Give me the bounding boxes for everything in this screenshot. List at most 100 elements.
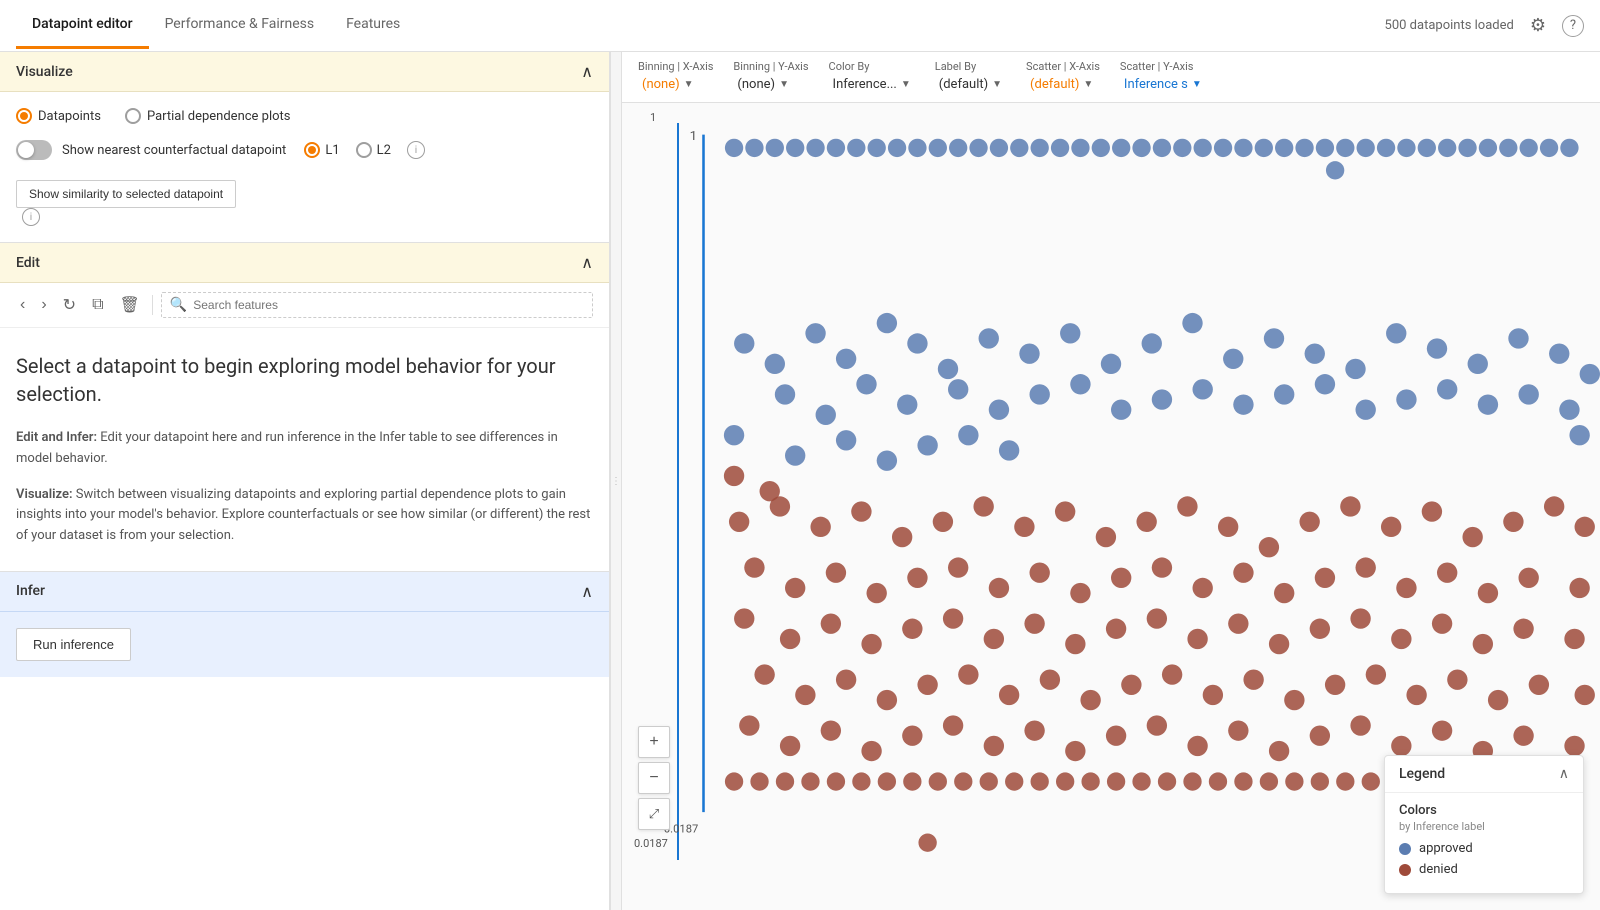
left-panel: Visualize ∧ Datapoints Partial dependenc… (0, 52, 610, 910)
search-features-wrap: 🔍 (161, 292, 593, 318)
binning-x-select[interactable]: (none) ▼ (638, 75, 713, 94)
legend-label-denied: denied (1419, 862, 1458, 877)
counterfactual-toggle[interactable] (16, 140, 52, 160)
legend-dot-approved (1399, 843, 1411, 855)
color-by-select[interactable]: Inference... ▼ (829, 75, 915, 94)
scatter-y-select[interactable]: Inference s ▼ (1120, 75, 1206, 94)
color-by-value: Inference... (833, 77, 897, 92)
edit-collapse-icon[interactable]: ∧ (581, 253, 593, 272)
scatter-x-select[interactable]: (default) ▼ (1026, 75, 1100, 94)
visualize-text: Switch between visualizing datapoints an… (16, 487, 590, 544)
map-controls: + − ⤢ (638, 726, 670, 830)
main-layout: Visualize ∧ Datapoints Partial dependenc… (0, 52, 1600, 910)
visualize-bold: Visualize: (16, 487, 73, 502)
tab-features[interactable]: Features (330, 2, 416, 49)
legend-body: Colors by Inference label approved denie… (1385, 793, 1583, 893)
scatter-x-arrow: ▼ (1083, 79, 1093, 90)
label-by-arrow: ▼ (992, 79, 1002, 90)
settings-icon[interactable]: ⚙ (1530, 15, 1546, 36)
legend-panel: Legend ∧ Colors by Inference label appro… (1384, 755, 1584, 894)
delete-button[interactable]: 🗑 (116, 291, 144, 319)
similarity-info-icon[interactable]: i (22, 208, 40, 226)
tab-performance-fairness[interactable]: Performance & Fairness (149, 2, 331, 49)
back-button[interactable]: ‹ (16, 292, 29, 318)
legend-dot-denied (1399, 864, 1411, 876)
search-icon: 🔍 (170, 297, 187, 313)
scatter-y-label: Scatter | Y-Axis (1120, 60, 1206, 73)
label-by-select[interactable]: (default) ▼ (935, 75, 1006, 94)
radio-datapoints[interactable]: Datapoints (16, 108, 101, 124)
legend-header: Legend ∧ (1385, 756, 1583, 793)
infer-content: Run inference (0, 612, 609, 677)
radio-datapoints-label: Datapoints (38, 109, 101, 124)
binning-x-label: Binning | X-Axis (638, 60, 713, 73)
legend-title: Legend (1399, 766, 1445, 782)
zoom-out-button[interactable]: − (638, 762, 670, 794)
zoom-in-button[interactable]: + (638, 726, 670, 758)
empty-desc-1: Edit and Infer: Edit your datapoint here… (16, 428, 593, 470)
label-by-group: Label By (default) ▼ (935, 60, 1006, 94)
top-nav: Datapoint editor Performance & Fairness … (0, 0, 1600, 52)
visualize-collapse-icon[interactable]: ∧ (581, 62, 593, 81)
search-features-input[interactable] (193, 298, 584, 312)
visualize-section: Visualize ∧ Datapoints Partial dependenc… (0, 52, 609, 243)
infer-section: Infer ∧ Run inference (0, 572, 609, 677)
radio-partial-label: Partial dependence plots (147, 109, 291, 124)
legend-item-denied: denied (1399, 862, 1569, 877)
edit-section: Edit ∧ ‹ › ↻ ⧉ 🗑 🔍 Select a datapoint to… (0, 243, 609, 572)
fit-button[interactable]: ⤢ (638, 798, 670, 830)
edit-header: Edit ∧ (0, 243, 609, 283)
edit-title: Edit (16, 255, 40, 271)
binning-x-arrow: ▼ (684, 79, 694, 90)
drag-handle[interactable]: ⋮ (610, 52, 622, 910)
edit-infer-text: Edit your datapoint here and run inferen… (16, 430, 558, 466)
nav-right: 500 datapoints loaded ⚙ ? (1385, 15, 1584, 37)
color-by-group: Color By Inference... ▼ (829, 60, 915, 94)
legend-collapse-icon[interactable]: ∧ (1559, 766, 1569, 782)
svg-text:1: 1 (690, 129, 697, 144)
color-by-arrow: ▼ (901, 79, 911, 90)
toolbar-divider (152, 295, 153, 315)
duplicate-button[interactable]: ⧉ (88, 292, 107, 318)
edit-toolbar: ‹ › ↻ ⧉ 🗑 🔍 (0, 283, 609, 328)
l1-l2-group: L1 L2 i (304, 141, 425, 159)
color-by-label: Color By (829, 60, 915, 73)
binning-x-value: (none) (642, 77, 680, 92)
label-by-value: (default) (939, 77, 988, 92)
infer-title: Infer (16, 583, 45, 599)
run-inference-button[interactable]: Run inference (16, 628, 131, 661)
binning-y-arrow: ▼ (779, 79, 789, 90)
forward-button[interactable]: › (37, 292, 50, 318)
l1-label: L1 (325, 143, 339, 158)
similarity-row: Show similarity to selected datapoint i (16, 172, 593, 226)
controls-bar: Binning | X-Axis (none) ▼ Binning | Y-Ax… (622, 52, 1600, 103)
legend-colors-subtitle: by Inference label (1399, 820, 1569, 833)
scatter-x-group: Scatter | X-Axis (default) ▼ (1026, 60, 1100, 94)
right-panel: Binning | X-Axis (none) ▼ Binning | Y-Ax… (622, 52, 1600, 910)
counterfactual-label: Show nearest counterfactual datapoint (62, 143, 286, 158)
l2-label: L2 (377, 143, 391, 158)
scatter-x-label: Scatter | X-Axis (1026, 60, 1100, 73)
radio-l2[interactable]: L2 (356, 142, 391, 158)
scatter-x-value: (default) (1030, 77, 1079, 92)
visualize-title: Visualize (16, 64, 73, 80)
infer-collapse-icon[interactable]: ∧ (581, 582, 593, 601)
tab-datapoint-editor[interactable]: Datapoint editor (16, 2, 149, 49)
visualize-content: Datapoints Partial dependence plots Show… (0, 92, 609, 242)
empty-title: Select a datapoint to begin exploring mo… (16, 352, 593, 408)
scatter-y-value: Inference s (1124, 77, 1188, 92)
label-by-label: Label By (935, 60, 1006, 73)
counterfactual-toggle-row: Show nearest counterfactual datapoint L1… (16, 140, 593, 160)
radio-l1[interactable]: L1 (304, 142, 339, 158)
visualization-type-radio-group: Datapoints Partial dependence plots (16, 108, 593, 124)
empty-desc-2: Visualize: Switch between visualizing da… (16, 485, 593, 547)
radio-partial-dependence[interactable]: Partial dependence plots (125, 108, 291, 124)
binning-x-group: Binning | X-Axis (none) ▼ (638, 60, 713, 94)
l1-l2-info-icon[interactable]: i (407, 141, 425, 159)
help-icon[interactable]: ? (1562, 15, 1584, 37)
datapoints-loaded-text: 500 datapoints loaded (1385, 18, 1514, 33)
history-button[interactable]: ↻ (59, 291, 80, 319)
binning-y-label: Binning | Y-Axis (733, 60, 808, 73)
binning-y-select[interactable]: (none) ▼ (733, 75, 808, 94)
similarity-button[interactable]: Show similarity to selected datapoint (16, 180, 236, 208)
